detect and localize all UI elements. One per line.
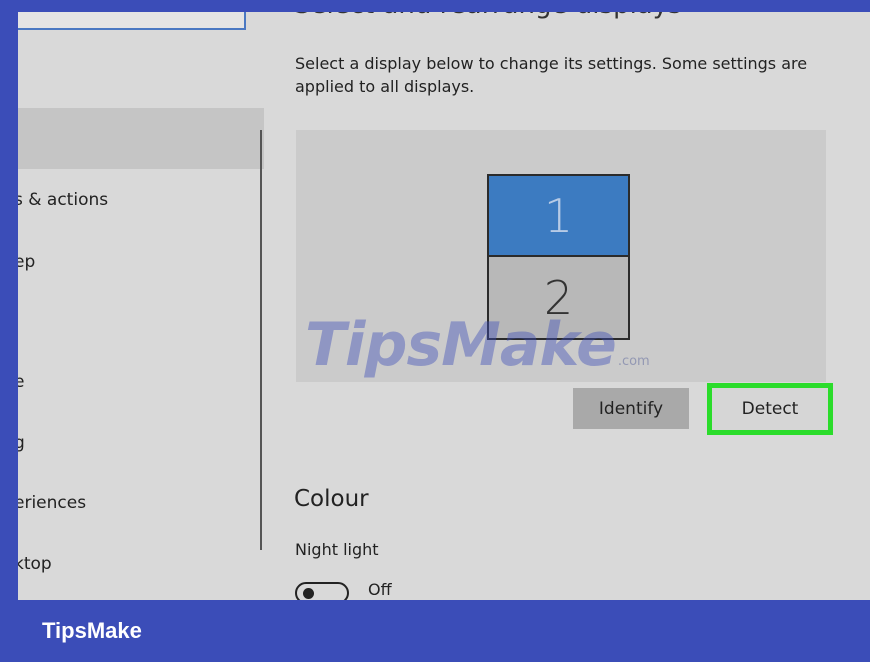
- sidebar-item-notifications[interactable]: s & actions: [18, 190, 108, 210]
- settings-window: Select and rearrange displays s & action…: [18, 12, 870, 600]
- display-1-tile[interactable]: 1: [487, 174, 630, 257]
- sidebar-item-remote-desktop[interactable]: ktop: [18, 554, 52, 574]
- footer-brand-logo: TipsMake: [42, 618, 142, 643]
- sidebar-item-tablet-mode[interactable]: g: [18, 433, 25, 453]
- detect-button[interactable]: Detect: [707, 383, 833, 435]
- sidebar-divider: [260, 130, 262, 550]
- night-light-label: Night light: [295, 540, 379, 559]
- sidebar-item-storage[interactable]: e: [18, 372, 24, 392]
- watermark-text: TipsMake: [305, 310, 617, 380]
- identify-button[interactable]: Identify: [573, 388, 689, 429]
- sidebar-item-display-selected[interactable]: [18, 108, 264, 169]
- page-title: Select and rearrange displays: [294, 12, 682, 20]
- watermark-suffix: .com: [617, 354, 650, 369]
- watermark-logo: TipsMake .com: [305, 310, 650, 380]
- footer-bar: TipsMake: [0, 600, 870, 662]
- night-light-state: Off: [368, 580, 392, 599]
- toggle-knob: [303, 588, 314, 599]
- colour-section-heading: Colour: [294, 486, 369, 512]
- sidebar-item-power-sleep[interactable]: ep: [18, 252, 35, 272]
- display-description: Select a display below to change its set…: [295, 54, 808, 96]
- search-box[interactable]: [18, 12, 246, 30]
- night-light-toggle[interactable]: [295, 582, 349, 600]
- sidebar-item-shared-experiences[interactable]: eriences: [18, 493, 86, 513]
